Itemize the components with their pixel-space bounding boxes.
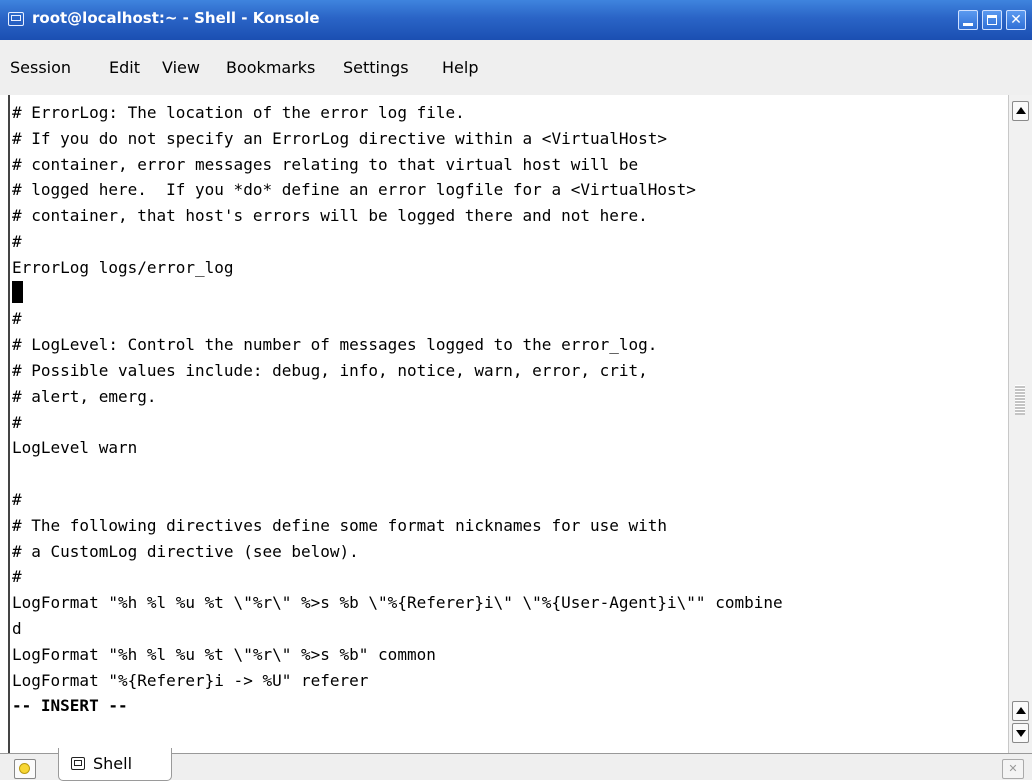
close-button[interactable]: ✕ bbox=[1006, 10, 1026, 30]
session-tab-bar: Shell ✕ bbox=[0, 748, 1032, 781]
menu-view[interactable]: View bbox=[162, 58, 200, 77]
menu-session[interactable]: Session bbox=[10, 58, 71, 77]
menu-bookmarks[interactable]: Bookmarks bbox=[226, 58, 315, 77]
menu-edit[interactable]: Edit bbox=[109, 58, 140, 77]
scroll-up-button[interactable] bbox=[1012, 101, 1029, 121]
terminal-line: # LogLevel: Control the number of messag… bbox=[12, 335, 658, 355]
shell-icon bbox=[71, 757, 85, 770]
scrollbar-grip-icon[interactable] bbox=[1015, 385, 1025, 415]
terminal-line: # container, error messages relating to … bbox=[12, 154, 639, 174]
vim-mode-indicator: -- INSERT -- bbox=[12, 696, 128, 716]
vertical-scrollbar[interactable] bbox=[1008, 95, 1032, 753]
terminal-line: # container, that host's errors will be … bbox=[12, 206, 648, 226]
scroll-up-button-lower[interactable] bbox=[1012, 701, 1029, 721]
terminal-line: # If you do not specify an ErrorLog dire… bbox=[12, 128, 668, 148]
new-session-button[interactable] bbox=[14, 759, 36, 779]
terminal-line: LogLevel warn bbox=[12, 438, 138, 458]
terminal-text: # ErrorLog: The location of the error lo… bbox=[12, 100, 783, 719]
menu-bar: Session Edit View Bookmarks Settings Hel… bbox=[0, 40, 1032, 95]
terminal-area[interactable]: # ErrorLog: The location of the error lo… bbox=[8, 95, 1008, 753]
terminal-line: # Possible values include: debug, info, … bbox=[12, 360, 648, 380]
tab-label: Shell bbox=[93, 754, 133, 773]
terminal-line: # bbox=[12, 412, 22, 432]
terminal-line: # bbox=[12, 567, 22, 587]
menu-settings[interactable]: Settings bbox=[343, 58, 409, 77]
terminal-line: LogFormat "%h %l %u %t \"%r\" %>s %b \"%… bbox=[12, 593, 783, 613]
close-session-button[interactable]: ✕ bbox=[1002, 759, 1024, 779]
title-bar[interactable]: root@localhost:~ - Shell - Konsole ✕ bbox=[0, 0, 1032, 40]
terminal-line: # bbox=[12, 489, 22, 509]
terminal-line: # logged here. If you *do* define an err… bbox=[12, 180, 696, 200]
maximize-button[interactable] bbox=[982, 10, 1002, 30]
terminal-line: d bbox=[12, 618, 22, 638]
terminal-line: # alert, emerg. bbox=[12, 386, 157, 406]
window-title: root@localhost:~ - Shell - Konsole bbox=[32, 9, 320, 27]
terminal-line: # The following directives define some f… bbox=[12, 515, 668, 535]
terminal-line: # bbox=[12, 309, 22, 329]
menu-help[interactable]: Help bbox=[442, 58, 478, 77]
terminal-line: # ErrorLog: The location of the error lo… bbox=[12, 103, 465, 122]
terminal-line: LogFormat "%h %l %u %t \"%r\" %>s %b" co… bbox=[12, 644, 436, 664]
minimize-button[interactable] bbox=[958, 10, 978, 30]
terminal-line: LogFormat "%{Referer}i -> %U" referer bbox=[12, 670, 369, 690]
terminal-line: # a CustomLog directive (see below). bbox=[12, 541, 359, 561]
text-cursor bbox=[12, 281, 23, 303]
scroll-down-button[interactable] bbox=[1012, 723, 1029, 743]
terminal-line: ErrorLog logs/error_log bbox=[12, 257, 234, 277]
tab-shell[interactable]: Shell bbox=[58, 748, 172, 781]
terminal-line: # bbox=[12, 231, 22, 251]
konsole-terminal-icon[interactable] bbox=[8, 12, 24, 26]
